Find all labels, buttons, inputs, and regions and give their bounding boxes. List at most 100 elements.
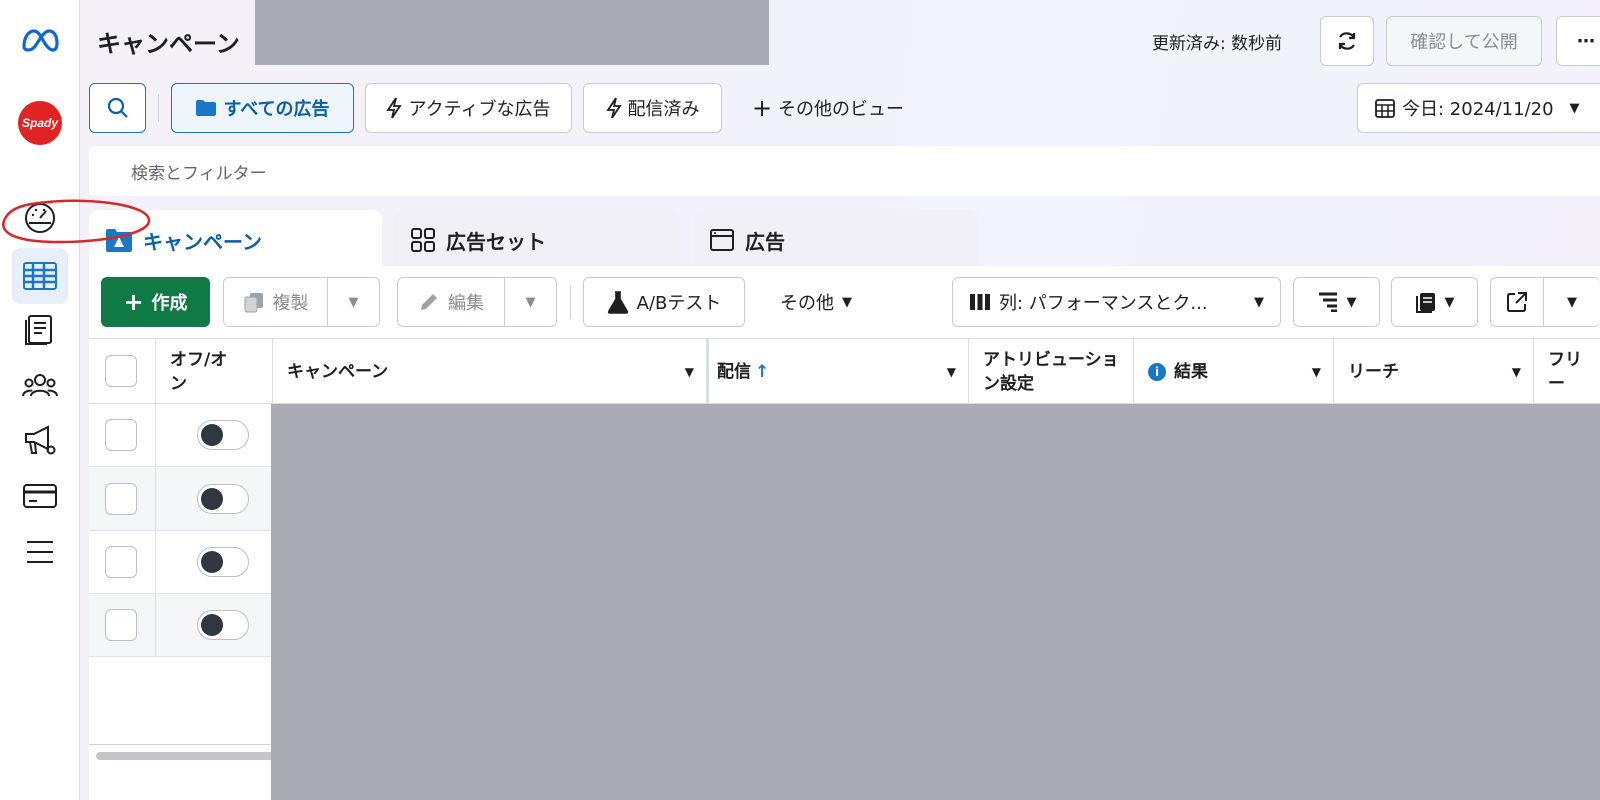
tab-ads-label: 広告 bbox=[745, 229, 785, 254]
redacted-area bbox=[271, 404, 1600, 800]
caret-down-icon: ▼ bbox=[1567, 294, 1577, 310]
column-header-attribution-label: アトリビューション設定 bbox=[983, 350, 1119, 394]
last-updated-text: 更新済み: 数秒前 bbox=[1152, 34, 1283, 54]
tab-campaigns-label: キャンペーン bbox=[143, 229, 262, 254]
export-icon bbox=[1507, 292, 1527, 312]
breakdown-icon bbox=[1318, 292, 1337, 312]
ab-test-button[interactable]: A/Bテスト bbox=[583, 277, 745, 327]
more-actions-label: その他 bbox=[780, 293, 834, 314]
column-header-frequency[interactable]: フリー bbox=[1533, 339, 1600, 405]
all-tools-menu-icon[interactable] bbox=[20, 532, 60, 572]
select-all-checkbox[interactable] bbox=[105, 355, 137, 387]
edit-button[interactable]: 編集 bbox=[397, 277, 505, 327]
view-all-ads-label: すべての広告 bbox=[223, 99, 330, 120]
lightning-icon bbox=[605, 97, 622, 119]
row-checkbox[interactable] bbox=[105, 546, 137, 578]
view-active-ads-button[interactable]: アクティブな広告 bbox=[365, 83, 572, 133]
account-avatar[interactable]: Spady bbox=[18, 101, 62, 145]
column-header-results[interactable]: i 結果 ▼ bbox=[1133, 339, 1333, 405]
edit-dropdown-button[interactable]: ▼ bbox=[504, 277, 557, 327]
meta-logo-icon[interactable] bbox=[20, 20, 60, 60]
plus-icon: + bbox=[751, 94, 773, 122]
duplicate-button[interactable]: 複製 bbox=[223, 277, 328, 327]
campaign-settings-megaphone-icon[interactable] bbox=[20, 420, 60, 460]
caret-down-icon: ▼ bbox=[1254, 294, 1264, 310]
export-dropdown-button[interactable]: ▼ bbox=[1543, 277, 1600, 327]
columns-icon bbox=[970, 294, 990, 310]
column-header-delivery-label: 配信 bbox=[717, 362, 751, 382]
page-title: キャンペーン bbox=[97, 30, 240, 58]
tab-ads[interactable]: 広告 bbox=[693, 210, 979, 270]
more-actions-button[interactable]: その他 ▼ bbox=[756, 277, 876, 327]
caret-down-icon: ▼ bbox=[1444, 294, 1455, 310]
table-row[interactable] bbox=[89, 531, 272, 594]
divider bbox=[155, 468, 156, 530]
tab-ad-sets[interactable]: 広告セット bbox=[394, 210, 680, 270]
columns-label: 列: パフォーマンスとク... bbox=[999, 293, 1208, 314]
row-checkbox[interactable] bbox=[105, 609, 137, 641]
breakdown-button[interactable]: ▼ bbox=[1293, 277, 1380, 327]
lightning-icon bbox=[386, 97, 403, 119]
table-row[interactable] bbox=[89, 404, 272, 467]
reports-button[interactable]: ▼ bbox=[1391, 277, 1478, 327]
divider bbox=[89, 744, 272, 745]
audiences-icon[interactable] bbox=[20, 366, 60, 406]
horizontal-scrollbar[interactable] bbox=[96, 752, 276, 760]
column-header-delivery[interactable]: 配信 ↑ ▼ bbox=[706, 339, 968, 405]
documents-icon[interactable] bbox=[20, 310, 60, 350]
tab-campaigns[interactable]: キャンペーン bbox=[89, 210, 382, 270]
caret-down-icon: ▼ bbox=[348, 294, 359, 310]
view-all-ads-button[interactable]: すべての広告 bbox=[171, 83, 354, 133]
calendar-icon bbox=[1375, 99, 1395, 118]
sort-ascending-icon: ↑ bbox=[755, 362, 770, 382]
table-row[interactable] bbox=[89, 468, 272, 531]
campaign-toggle[interactable] bbox=[197, 484, 249, 514]
columns-selector[interactable]: 列: パフォーマンスとク... ▼ bbox=[952, 277, 1281, 327]
plus-icon: + bbox=[123, 288, 144, 316]
pencil-icon bbox=[421, 294, 437, 310]
column-header-campaign-label: キャンペーン bbox=[287, 362, 389, 382]
edit-label: 編集 bbox=[448, 293, 484, 314]
create-label: 作成 bbox=[151, 293, 188, 314]
caret-down-icon: ▼ bbox=[842, 294, 852, 310]
campaign-folder-icon bbox=[106, 229, 132, 252]
refresh-button[interactable] bbox=[1320, 16, 1374, 66]
billing-card-icon[interactable] bbox=[20, 476, 60, 516]
view-delivered-button[interactable]: 配信済み bbox=[583, 83, 722, 133]
review-and-publish-button[interactable]: 確認して公開 bbox=[1386, 16, 1542, 66]
campaign-toggle[interactable] bbox=[197, 547, 249, 577]
divider bbox=[158, 94, 159, 122]
select-all-cell bbox=[89, 339, 155, 405]
dashboard-gauge-icon[interactable] bbox=[20, 198, 60, 238]
table-row[interactable] bbox=[89, 594, 272, 657]
caret-down-icon: ▼ bbox=[946, 365, 956, 379]
date-range-picker[interactable]: 今日: 2024/11/20 ▼ bbox=[1357, 83, 1600, 133]
duplicate-label: 複製 bbox=[272, 293, 309, 314]
ab-test-label: A/Bテスト bbox=[636, 293, 722, 314]
caret-down-icon: ▼ bbox=[525, 294, 536, 310]
campaign-toggle[interactable] bbox=[197, 420, 249, 450]
row-checkbox[interactable] bbox=[105, 419, 137, 451]
column-header-reach[interactable]: リーチ ▼ bbox=[1333, 339, 1533, 405]
ads-manager-table-icon[interactable] bbox=[12, 248, 68, 304]
redacted-area bbox=[255, 0, 769, 65]
more-options-button[interactable]: ⋯ bbox=[1556, 16, 1600, 66]
search-button[interactable] bbox=[89, 83, 146, 133]
column-header-onoff-label: オフ/オン bbox=[170, 350, 228, 394]
divider bbox=[155, 594, 156, 656]
info-icon: i bbox=[1148, 363, 1166, 381]
export-button[interactable] bbox=[1490, 277, 1544, 327]
column-header-campaign[interactable]: キャンペーン ▼ bbox=[272, 339, 706, 405]
column-header-attribution[interactable]: アトリビューション設定 bbox=[968, 339, 1133, 405]
row-checkbox[interactable] bbox=[105, 483, 137, 515]
more-views-button[interactable]: + その他のビュー bbox=[736, 83, 920, 133]
create-button[interactable]: + 作成 bbox=[101, 277, 210, 327]
caret-down-icon: ▼ bbox=[1311, 365, 1321, 379]
table-header: オフ/オン キャンペーン ▼ 配信 ↑ ▼ アトリビューション設定 i 結果 ▼… bbox=[89, 338, 1600, 405]
flask-icon bbox=[607, 291, 628, 314]
search-filter-placeholder: 検索とフィルター bbox=[131, 164, 267, 184]
campaign-toggle[interactable] bbox=[197, 610, 249, 640]
search-filter-bar[interactable]: 検索とフィルター bbox=[89, 146, 1600, 196]
duplicate-dropdown-button[interactable]: ▼ bbox=[327, 277, 380, 327]
column-header-onoff[interactable]: オフ/オン bbox=[155, 339, 272, 405]
